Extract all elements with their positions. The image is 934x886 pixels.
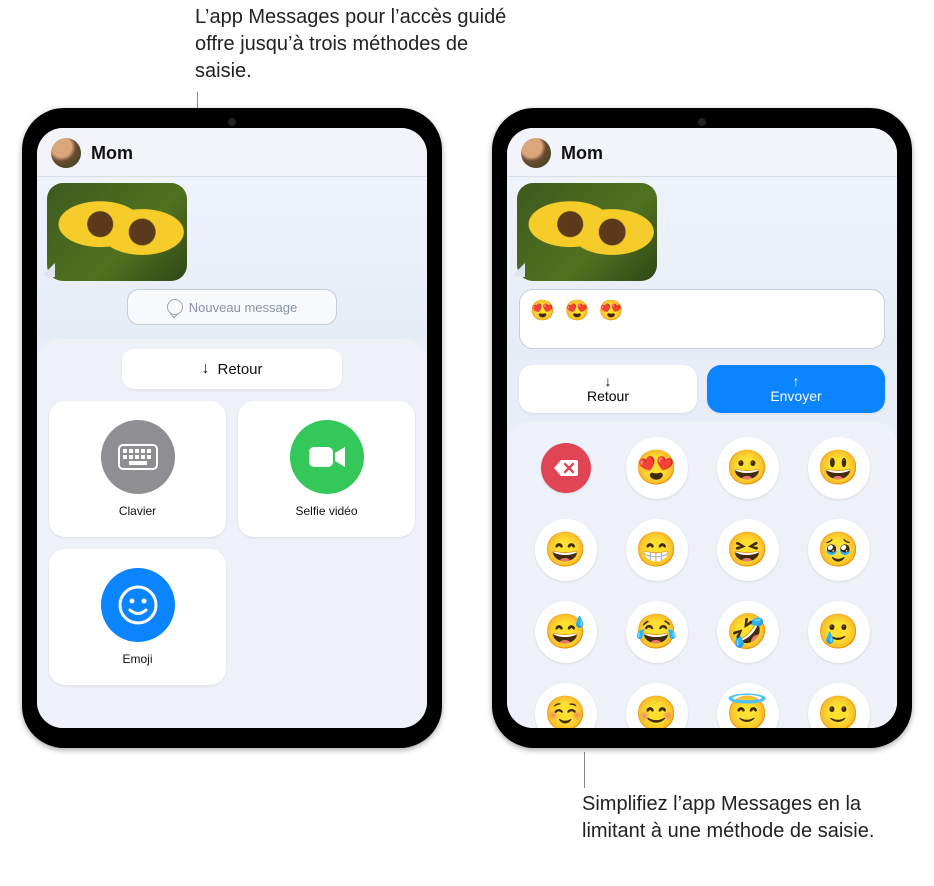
emoji-keyboard: 😍 😀 😃 😄 😁 😆 🥹 😅 😂 🤣 🥲 ☺️ 😊 😇 🙂 — [507, 421, 897, 728]
method-label: Selfie vidéo — [295, 504, 357, 518]
back-label: Retour — [217, 361, 262, 378]
send-button[interactable]: ↑ Envoyer — [707, 365, 885, 413]
received-photo-message[interactable] — [47, 183, 187, 281]
video-icon — [290, 420, 364, 494]
emoji-key[interactable]: 😍 — [626, 437, 688, 499]
arrow-down-icon: ↓ — [605, 374, 612, 389]
callout-line-bottom — [584, 752, 585, 788]
method-tile-emoji[interactable]: Emoji — [49, 549, 226, 685]
emoji-key[interactable]: 😆 — [717, 519, 779, 581]
compose-value: 😍 😍 😍 — [530, 300, 626, 322]
callout-bottom: Simplifiez l’app Messages en la limitant… — [582, 791, 902, 845]
contact-header[interactable]: Mom — [37, 128, 427, 177]
method-label: Clavier — [119, 504, 156, 518]
emoji-key[interactable]: 😀 — [717, 437, 779, 499]
emoji-key[interactable]: 🥹 — [808, 519, 870, 581]
arrow-down-icon: ↓ — [201, 360, 209, 378]
emoji-key[interactable]: 🙂 — [808, 683, 870, 728]
emoji-key[interactable]: 😇 — [717, 683, 779, 728]
emoji-key[interactable]: 😄 — [535, 519, 597, 581]
received-photo-message[interactable] — [517, 183, 657, 281]
compose-input[interactable]: Nouveau message — [127, 289, 337, 325]
back-label: Retour — [587, 389, 629, 404]
send-label: Envoyer — [770, 389, 821, 404]
delete-key[interactable] — [541, 443, 591, 493]
emoji-key[interactable]: 😂 — [626, 601, 688, 663]
ipad-left: Mom Nouveau message ↓ Retour — [22, 108, 442, 748]
compose-input[interactable]: 😍 😍 😍 — [519, 289, 885, 349]
message-bubble-icon — [167, 299, 183, 315]
emoji-key[interactable]: 🤣 — [717, 601, 779, 663]
method-tile-video[interactable]: Selfie vidéo — [238, 401, 415, 537]
emoji-key[interactable]: ☺️ — [535, 683, 597, 728]
back-button[interactable]: ↓ Retour — [519, 365, 697, 413]
contact-header[interactable]: Mom — [507, 128, 897, 177]
arrow-up-icon: ↑ — [793, 374, 800, 389]
method-tile-keyboard[interactable]: Clavier — [49, 401, 226, 537]
back-button[interactable]: ↓ Retour — [122, 349, 342, 389]
keyboard-icon — [101, 420, 175, 494]
ipad-right: Mom 😍 😍 😍 ↓ Retour ↑ Envoyer — [492, 108, 912, 748]
contact-name: Mom — [561, 143, 603, 164]
compose-placeholder: Nouveau message — [189, 300, 297, 315]
emoji-key[interactable]: 😁 — [626, 519, 688, 581]
callout-top: L’app Messages pour l’accès guidé offre … — [195, 4, 515, 85]
contact-name: Mom — [91, 143, 133, 164]
emoji-key[interactable]: 🥲 — [808, 601, 870, 663]
emoji-key[interactable]: 😅 — [535, 601, 597, 663]
emoji-key[interactable]: 😊 — [626, 683, 688, 728]
avatar — [51, 138, 81, 168]
avatar — [521, 138, 551, 168]
emoji-icon — [101, 568, 175, 642]
emoji-key[interactable]: 😃 — [808, 437, 870, 499]
method-label: Emoji — [122, 652, 152, 666]
